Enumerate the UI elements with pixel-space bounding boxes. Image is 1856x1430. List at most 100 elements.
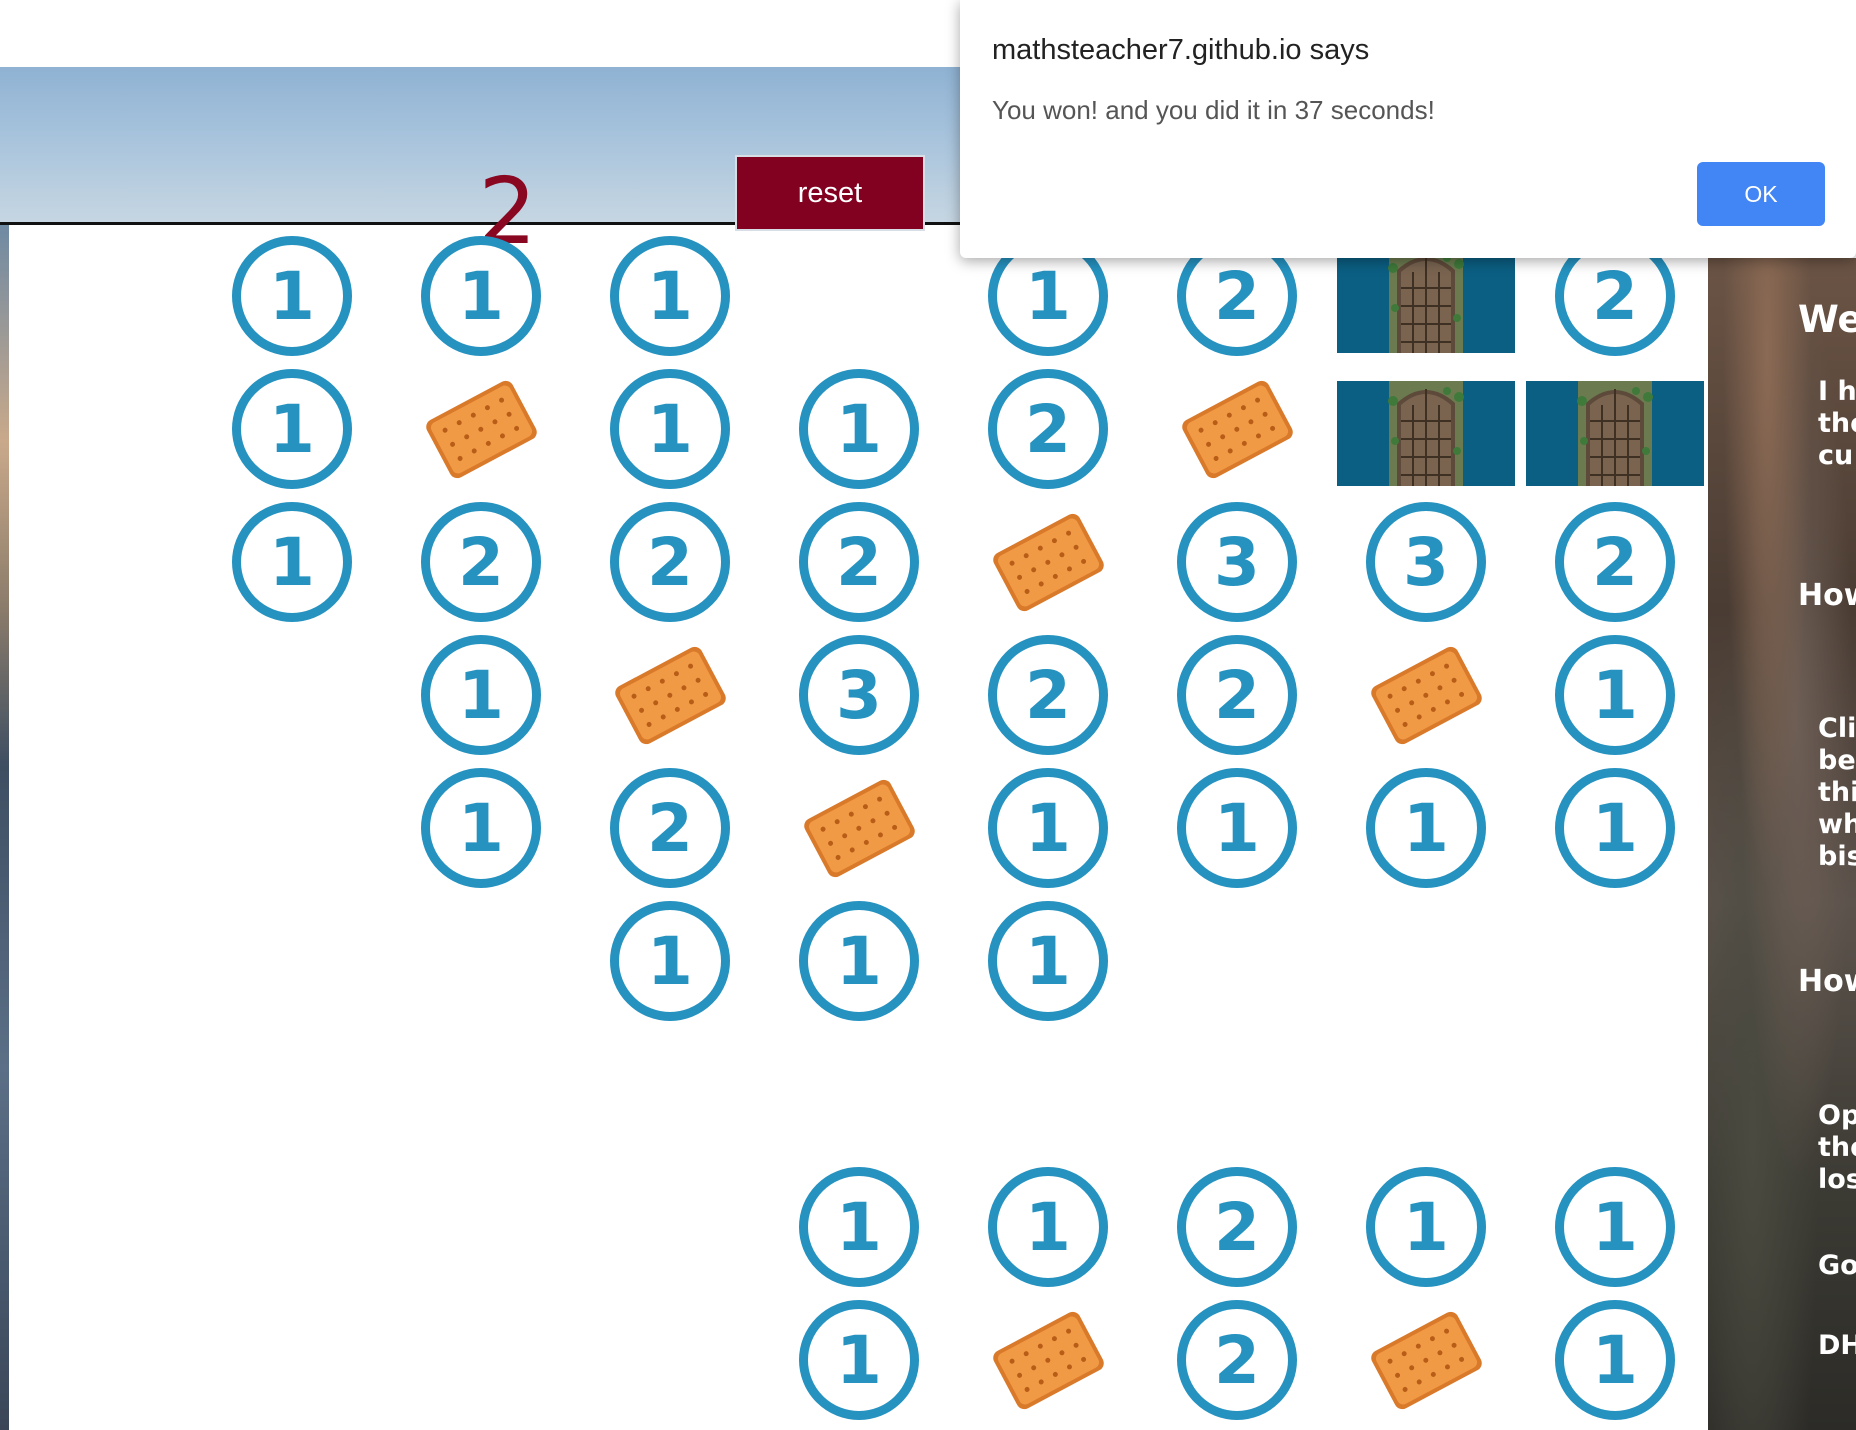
- number-cell[interactable]: 2: [608, 766, 733, 891]
- number-cell[interactable]: 2: [986, 367, 1111, 492]
- number-cell[interactable]: 1: [230, 500, 355, 625]
- biscuit-icon[interactable]: [608, 633, 733, 758]
- cell-number: 1: [610, 236, 730, 356]
- info-text: cu: [1818, 440, 1854, 471]
- cell-number: 1: [421, 236, 541, 356]
- number-cell[interactable]: 1: [419, 766, 544, 891]
- cell-number: 3: [1366, 502, 1486, 622]
- number-cell[interactable]: 1: [1175, 766, 1300, 891]
- number-cell[interactable]: 2: [986, 633, 1111, 758]
- cell-number: 1: [1555, 1300, 1675, 1420]
- number-cell[interactable]: 2: [797, 500, 922, 625]
- cell-number: 1: [1366, 768, 1486, 888]
- cell-number: 1: [1555, 768, 1675, 888]
- info-panel: We I h the cu How Cli be thi wh bis How …: [1708, 258, 1856, 1430]
- number-cell[interactable]: 2: [608, 500, 733, 625]
- info-text: thi: [1818, 777, 1856, 808]
- cell-number: 1: [232, 236, 352, 356]
- number-cell[interactable]: 1: [1553, 1165, 1678, 1290]
- biscuit-icon[interactable]: [1364, 1298, 1489, 1423]
- number-cell[interactable]: 1: [986, 766, 1111, 891]
- cell-number: 1: [988, 901, 1108, 1021]
- cell-number: 2: [421, 502, 541, 622]
- number-cell[interactable]: 1: [608, 899, 733, 1024]
- number-cell[interactable]: 1: [1553, 633, 1678, 758]
- biscuit-icon[interactable]: [986, 500, 1111, 625]
- number-cell[interactable]: 2: [1553, 500, 1678, 625]
- number-cell[interactable]: 3: [797, 633, 922, 758]
- info-text: DH: [1818, 1330, 1856, 1361]
- cell-number: 2: [1177, 1300, 1297, 1420]
- number-cell[interactable]: 1: [1364, 766, 1489, 891]
- number-cell[interactable]: 1: [230, 367, 355, 492]
- number-cell[interactable]: 1: [419, 633, 544, 758]
- cell-number: 1: [610, 901, 730, 1021]
- info-text: bis: [1818, 841, 1856, 872]
- cell-number: 1: [1366, 1167, 1486, 1287]
- cell-number: 1: [1555, 1167, 1675, 1287]
- number-cell[interactable]: 1: [608, 234, 733, 359]
- cell-number: 1: [799, 1300, 919, 1420]
- number-cell[interactable]: 1: [986, 1165, 1111, 1290]
- number-cell[interactable]: 1: [230, 234, 355, 359]
- cell-number: 2: [610, 502, 730, 622]
- biscuit-icon[interactable]: [1364, 633, 1489, 758]
- dialog-title: mathsteacher7.github.io says: [992, 34, 1370, 66]
- number-cell[interactable]: 1: [797, 367, 922, 492]
- info-heading: We: [1798, 298, 1856, 341]
- info-text: Go: [1818, 1250, 1856, 1281]
- info-text: the: [1818, 1132, 1856, 1163]
- cell-number: 2: [1177, 1167, 1297, 1287]
- biscuit-icon[interactable]: [1175, 367, 1300, 492]
- number-cell[interactable]: 1: [797, 1165, 922, 1290]
- cell-number: 2: [988, 369, 1108, 489]
- number-cell[interactable]: 1: [986, 899, 1111, 1024]
- number-cell[interactable]: 2: [419, 500, 544, 625]
- alert-dialog: mathsteacher7.github.io says You won! an…: [960, 0, 1856, 258]
- info-text: be: [1818, 745, 1856, 776]
- info-text: the: [1818, 408, 1856, 439]
- cell-number: 3: [1177, 502, 1297, 622]
- number-cell[interactable]: 1: [1553, 766, 1678, 891]
- info-heading: How: [1798, 578, 1856, 613]
- door-tile[interactable]: [1337, 381, 1515, 486]
- cell-number: 2: [1177, 635, 1297, 755]
- number-cell[interactable]: 2: [1175, 633, 1300, 758]
- cell-number: 2: [1555, 502, 1675, 622]
- cell-number: 2: [988, 635, 1108, 755]
- info-text: I h: [1818, 376, 1856, 407]
- info-text: Op: [1818, 1100, 1856, 1131]
- cell-number: 1: [1177, 768, 1297, 888]
- cell-number: 2: [610, 768, 730, 888]
- biscuit-icon[interactable]: [797, 766, 922, 891]
- cell-number: 1: [610, 369, 730, 489]
- cell-number: 1: [421, 635, 541, 755]
- door-tile[interactable]: [1337, 248, 1515, 353]
- number-cell[interactable]: 3: [1364, 500, 1489, 625]
- info-text: wh: [1818, 809, 1856, 840]
- number-cell[interactable]: 2: [1175, 1165, 1300, 1290]
- biscuit-icon[interactable]: [986, 1298, 1111, 1423]
- number-cell[interactable]: 1: [419, 234, 544, 359]
- cell-number: 1: [799, 369, 919, 489]
- cell-number: 1: [988, 768, 1108, 888]
- cell-number: 1: [232, 502, 352, 622]
- ok-button[interactable]: OK: [1697, 162, 1825, 226]
- number-cell[interactable]: 1: [608, 367, 733, 492]
- info-heading: How: [1798, 964, 1856, 999]
- cell-number: 1: [988, 1167, 1108, 1287]
- dialog-message: You won! and you did it in 37 seconds!: [992, 95, 1435, 125]
- cell-number: 1: [799, 1167, 919, 1287]
- number-cell[interactable]: 3: [1175, 500, 1300, 625]
- info-text: Cli: [1818, 713, 1856, 744]
- number-cell[interactable]: 2: [1175, 1298, 1300, 1423]
- cell-number: 3: [799, 635, 919, 755]
- biscuit-icon[interactable]: [419, 367, 544, 492]
- number-cell[interactable]: 1: [1364, 1165, 1489, 1290]
- cell-number: 1: [1555, 635, 1675, 755]
- number-cell[interactable]: 1: [797, 899, 922, 1024]
- cell-number: 1: [421, 768, 541, 888]
- number-cell[interactable]: 1: [1553, 1298, 1678, 1423]
- door-tile[interactable]: [1526, 381, 1704, 486]
- number-cell[interactable]: 1: [797, 1298, 922, 1423]
